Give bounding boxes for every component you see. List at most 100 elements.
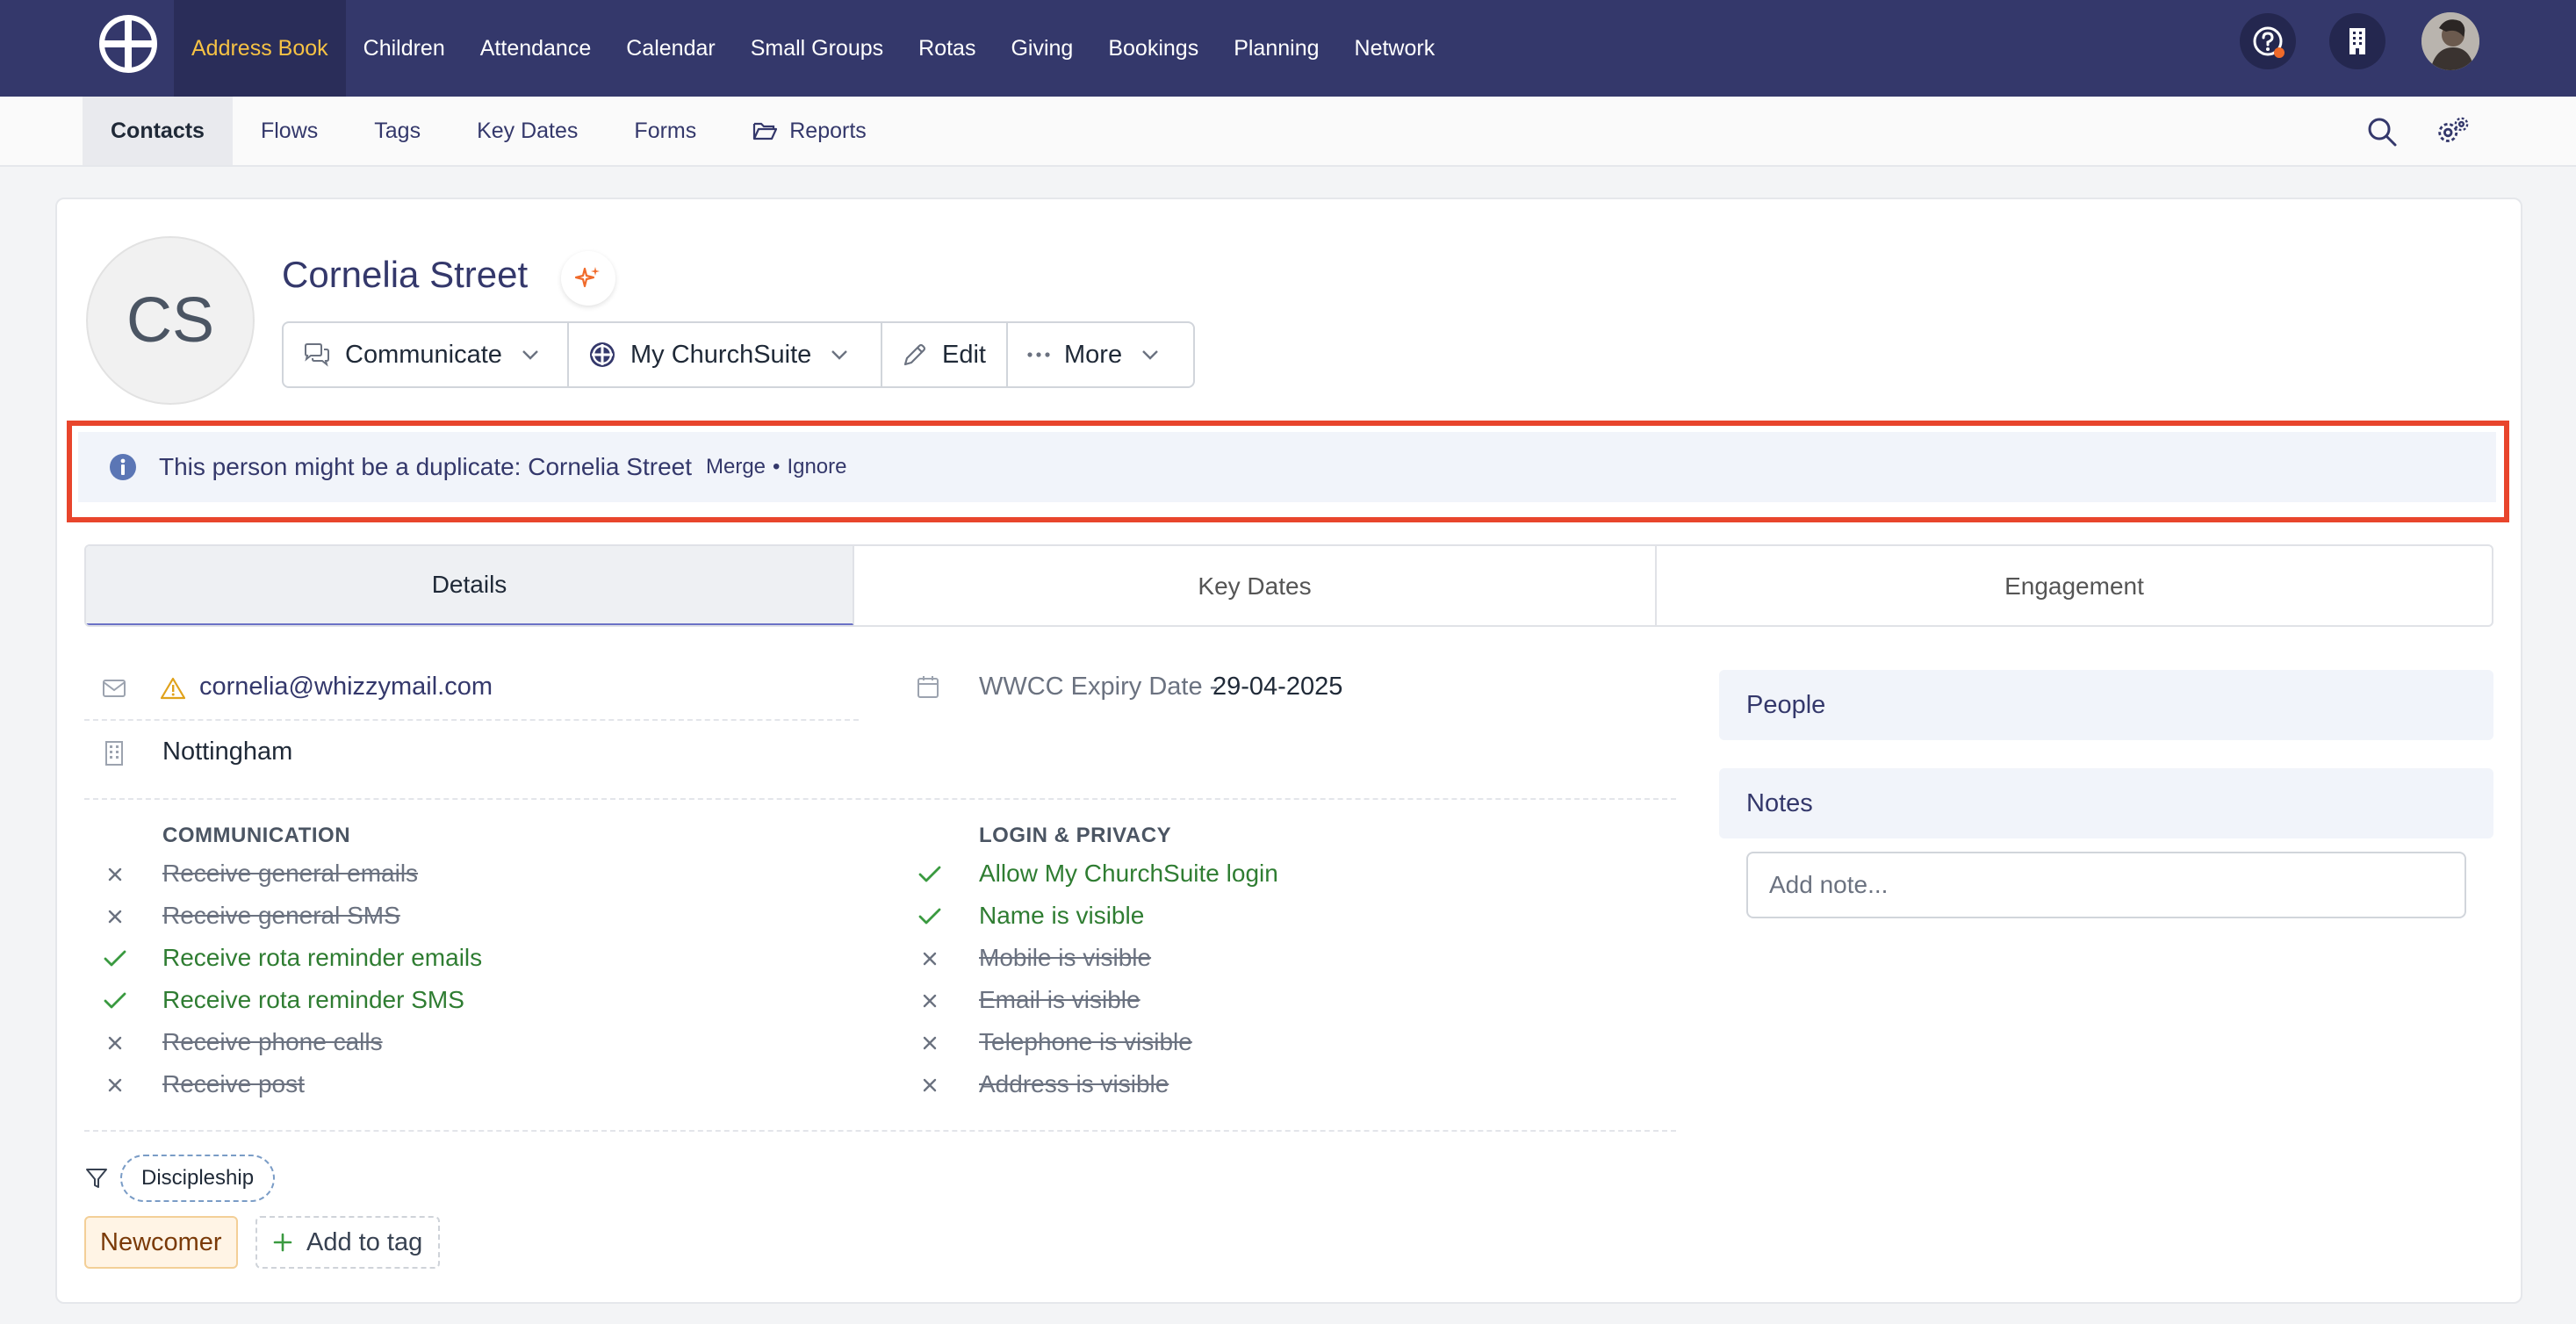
churchsuite-logo-icon [588, 341, 616, 369]
chevron-down-icon [831, 349, 848, 360]
address-book-subnav: Contacts Flows Tags Key Dates Forms Repo… [83, 97, 895, 165]
my-churchsuite-button[interactable]: My ChurchSuite [569, 323, 882, 386]
warning-icon [160, 675, 186, 702]
nav-bookings[interactable]: Bookings [1090, 0, 1216, 97]
key-date-label: WWCC Expiry Date - [979, 673, 1219, 701]
nav-address-book[interactable]: Address Book [174, 0, 346, 97]
chevron-down-icon [522, 349, 539, 360]
sparkle-icon[interactable] [561, 251, 615, 306]
more-button[interactable]: More [1008, 323, 1193, 386]
nav-calendar[interactable]: Calendar [608, 0, 732, 97]
people-heading: People [1746, 690, 1826, 719]
nav-giving[interactable]: Giving [993, 0, 1090, 97]
envelope-icon [101, 675, 127, 702]
nav-network[interactable]: Network [1337, 0, 1453, 97]
building-icon [101, 740, 127, 766]
edit-button[interactable]: Edit [882, 323, 1008, 386]
notes-heading: Notes [1746, 788, 1813, 817]
duplicate-highlight-outline [67, 421, 2509, 522]
pencil-icon [902, 342, 928, 368]
cross-icon [917, 1031, 942, 1055]
contact-actions: Communicate My ChurchSuite Edit More [282, 321, 1195, 388]
priv-login: Allow My ChurchSuite login [979, 860, 1278, 887]
subnav-reports[interactable]: Reports [724, 97, 895, 165]
nav-attendance[interactable]: Attendance [463, 0, 609, 97]
contact-tabs: Details Key Dates Engagement [84, 544, 2493, 627]
subnav-reports-label: Reports [789, 118, 867, 143]
nav-small-groups[interactable]: Small Groups [733, 0, 901, 97]
cross-icon [103, 1031, 127, 1055]
folder-open-icon [753, 122, 778, 140]
top-navigation-bar: Address Book Children Attendance Calenda… [0, 0, 2576, 97]
divider [84, 1130, 1676, 1132]
pref-post: Receive post [162, 1070, 305, 1097]
plus-icon [273, 1233, 292, 1252]
help-icon[interactable] [2240, 13, 2296, 69]
edit-label: Edit [942, 340, 986, 369]
more-label: More [1064, 340, 1123, 369]
privacy-heading: LOGIN & PRIVACY [979, 824, 1172, 847]
priv-address-visible: Address is visible [979, 1070, 1169, 1097]
tab-engagement[interactable]: Engagement [1657, 546, 2492, 625]
chevron-down-icon [1141, 349, 1159, 360]
flow-chip-discipleship[interactable]: Discipleship [120, 1155, 276, 1202]
priv-mobile-visible: Mobile is visible [979, 944, 1152, 971]
check-icon [917, 904, 942, 929]
churchsuite-logo-icon[interactable] [98, 14, 158, 74]
settings-gears-icon[interactable] [2435, 114, 2470, 149]
check-icon [103, 946, 127, 971]
chat-bubbles-icon [303, 342, 331, 367]
main-nav: Address Book Children Attendance Calenda… [174, 0, 1452, 97]
notes-panel: Notes [1719, 768, 2493, 838]
check-icon [103, 989, 127, 1013]
cross-icon [917, 989, 942, 1013]
subnav-tags[interactable]: Tags [346, 97, 449, 165]
tab-details[interactable]: Details [86, 546, 854, 625]
contact-avatar: CS [86, 236, 255, 405]
filter-icon [83, 1165, 110, 1191]
ellipsis-icon [1027, 351, 1050, 358]
communicate-button[interactable]: Communicate [284, 323, 569, 386]
nav-children[interactable]: Children [346, 0, 463, 97]
cross-icon [917, 946, 942, 971]
tab-key-dates[interactable]: Key Dates [854, 546, 1657, 625]
contact-name: Cornelia Street [282, 254, 529, 295]
contact-card: CS Cornelia Street Communicate My Church… [55, 198, 2522, 1304]
cross-icon [917, 1073, 942, 1097]
subnav-key-dates[interactable]: Key Dates [449, 97, 606, 165]
cross-icon [103, 1073, 127, 1097]
calendar-icon [915, 673, 941, 700]
people-panel[interactable]: People [1719, 670, 2493, 740]
sub-navigation-bar: Contacts Flows Tags Key Dates Forms Repo… [0, 97, 2576, 167]
nav-planning[interactable]: Planning [1216, 0, 1336, 97]
communicate-label: Communicate [345, 340, 502, 369]
subnav-flows[interactable]: Flows [233, 97, 346, 165]
add-to-tag-button[interactable]: Add to tag [255, 1216, 441, 1269]
my-churchsuite-label: My ChurchSuite [630, 340, 812, 369]
subnav-forms[interactable]: Forms [606, 97, 724, 165]
divider [84, 719, 859, 721]
email-link[interactable]: cornelia@whizzymail.com [199, 673, 493, 702]
cross-icon [103, 862, 127, 887]
pref-general-sms: Receive general SMS [162, 902, 400, 929]
add-to-tag-label: Add to tag [306, 1227, 423, 1256]
user-avatar[interactable] [2421, 12, 2479, 70]
tag-newcomer-label: Newcomer [100, 1227, 222, 1256]
priv-name-visible: Name is visible [979, 902, 1145, 929]
priv-telephone-visible: Telephone is visible [979, 1028, 1192, 1055]
divider [84, 798, 1676, 800]
flow-chip-label: Discipleship [141, 1166, 255, 1190]
building-icon[interactable] [2329, 13, 2385, 69]
tag-newcomer[interactable]: Newcomer [84, 1216, 238, 1269]
pref-general-emails: Receive general emails [162, 860, 419, 887]
communication-heading: COMMUNICATION [162, 824, 351, 847]
search-icon[interactable] [2364, 114, 2400, 149]
priv-email-visible: Email is visible [979, 986, 1140, 1013]
add-note-input[interactable] [1746, 852, 2466, 918]
contact-initials: CS [126, 285, 215, 356]
pref-rota-sms: Receive rota reminder SMS [162, 986, 464, 1013]
subnav-contacts[interactable]: Contacts [83, 97, 233, 165]
nav-rotas[interactable]: Rotas [901, 0, 993, 97]
cross-icon [103, 904, 127, 929]
address-text: Nottingham [162, 738, 293, 766]
